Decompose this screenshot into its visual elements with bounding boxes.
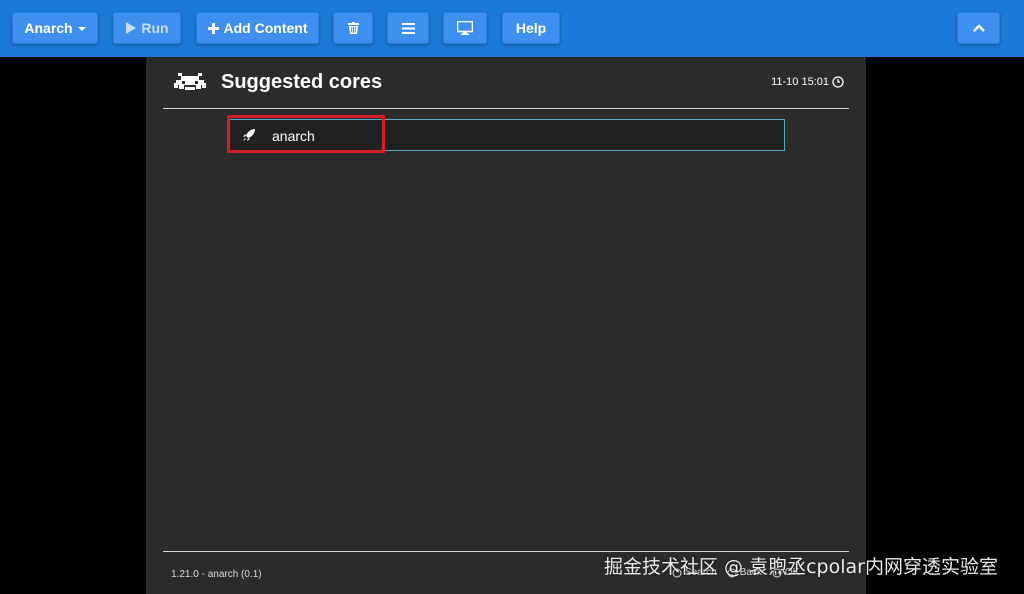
help-button[interactable]: Help	[502, 12, 560, 44]
core-menu-button[interactable]: Anarch	[12, 12, 98, 44]
run-label: Run	[141, 20, 169, 36]
datetime-display: 11-10 15:01	[771, 76, 844, 88]
play-icon	[126, 22, 137, 34]
menu-button[interactable]	[387, 12, 429, 44]
version-text: 1.21.0 - anarch (0.1)	[171, 569, 262, 580]
clock-icon	[832, 76, 844, 88]
trash-icon	[347, 22, 359, 34]
fullscreen-button[interactable]	[443, 12, 487, 44]
retroarch-menu-panel: Suggested cores 11-10 15:01 anarch 1.21.…	[146, 57, 866, 594]
add-content-label: Add Content	[223, 20, 308, 36]
page-title: Suggested cores	[221, 71, 383, 93]
collapse-toolbar-button[interactable]	[957, 12, 1000, 44]
run-button[interactable]: Run	[113, 12, 181, 44]
clear-button[interactable]	[333, 12, 373, 44]
watermark-text: 掘金技术社区 @ 袁煦丞cpolar内网穿透实验室	[604, 556, 998, 578]
hamburger-menu-icon	[401, 22, 415, 34]
monitor-icon	[457, 21, 473, 35]
core-menu-label: Anarch	[24, 20, 73, 36]
add-content-button[interactable]: Add Content	[196, 12, 319, 44]
rocket-icon	[243, 129, 255, 141]
datetime-text: 11-10 15:01	[771, 76, 829, 88]
top-toolbar: Anarch Run Add Content Help	[0, 0, 1024, 57]
help-label: Help	[515, 20, 547, 36]
retroarch-logo-icon	[174, 73, 206, 90]
core-label: anarch	[272, 128, 315, 144]
chevron-up-icon	[972, 24, 985, 32]
chevron-down-icon	[77, 27, 86, 31]
plus-icon	[207, 22, 219, 34]
core-list-item[interactable]: anarch	[229, 119, 785, 151]
header-divider	[163, 108, 849, 109]
